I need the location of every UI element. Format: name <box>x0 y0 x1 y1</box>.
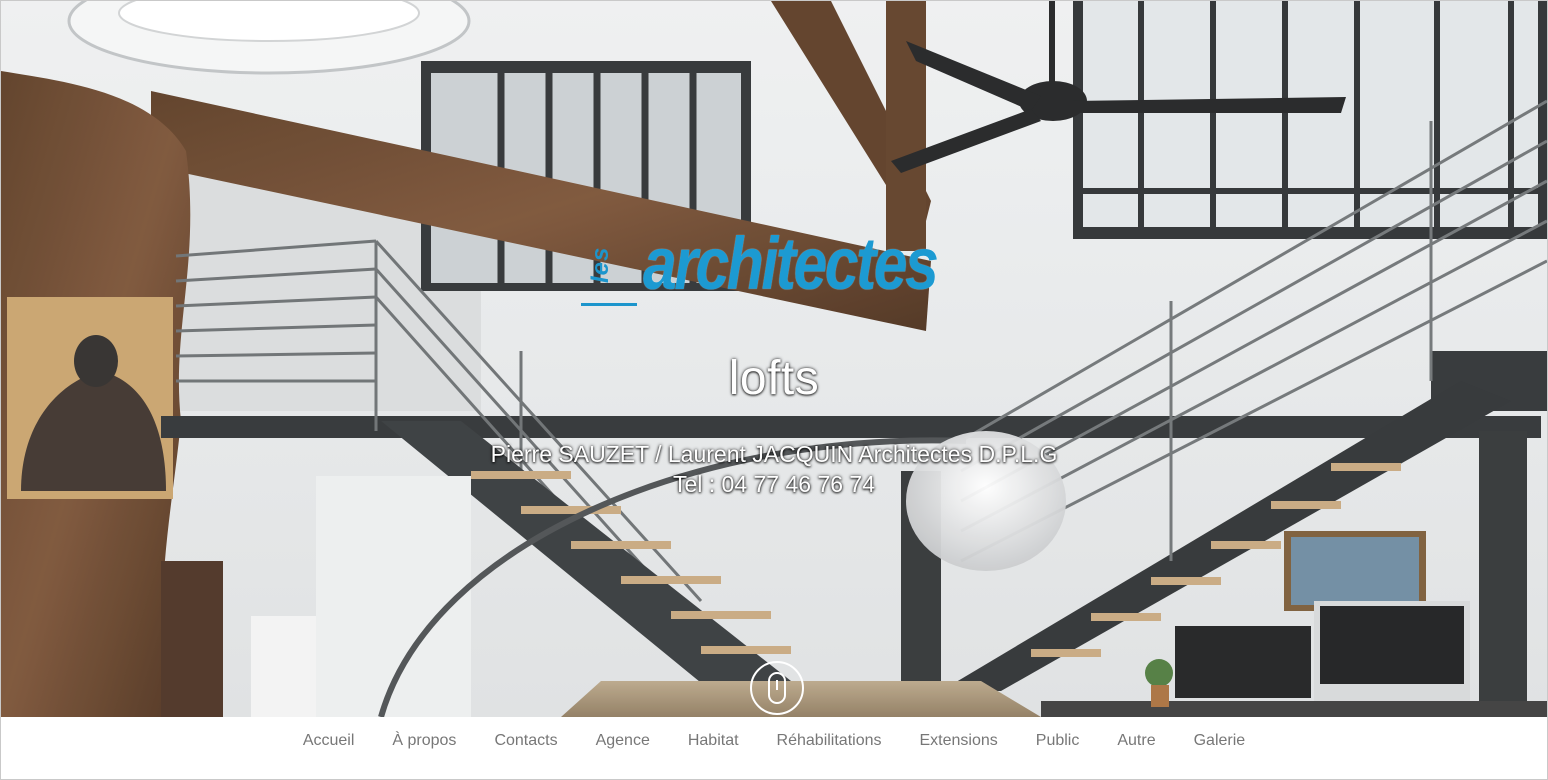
nav-item-contacts[interactable]: Contacts <box>494 732 557 750</box>
main-nav: Accueil À propos Contacts Agence Habitat… <box>1 717 1547 779</box>
logo-word: architectes <box>643 222 939 305</box>
nav-item-galerie[interactable]: Galerie <box>1194 732 1246 750</box>
nav-item-rehabilitations[interactable]: Réhabilitations <box>777 732 882 750</box>
phone-number: Tel : 04 77 46 76 74 <box>672 471 876 497</box>
architects-names: Pierre SAUZET / Laurent JACQUIN Architec… <box>490 441 1058 467</box>
nav-item-autre[interactable]: Autre <box>1117 732 1155 750</box>
nav-item-extensions[interactable]: Extensions <box>920 732 998 750</box>
mouse-outline <box>768 672 786 704</box>
nav-item-habitat[interactable]: Habitat <box>688 732 739 750</box>
nav-item-a-propos[interactable]: À propos <box>392 732 456 750</box>
site-logo[interactable]: les architectes <box>579 223 979 319</box>
logo-underline <box>581 303 637 306</box>
nav-item-public[interactable]: Public <box>1036 732 1080 750</box>
nav-item-agence[interactable]: Agence <box>596 732 650 750</box>
nav-item-accueil[interactable]: Accueil <box>303 732 355 750</box>
mouse-wheel <box>776 680 778 690</box>
page-title: lofts <box>728 352 820 405</box>
hero-section: les architectes lofts Pierre SAUZET / La… <box>1 1 1547 717</box>
mouse-scroll-icon[interactable] <box>750 661 804 715</box>
logo-prefix: les <box>587 246 614 283</box>
